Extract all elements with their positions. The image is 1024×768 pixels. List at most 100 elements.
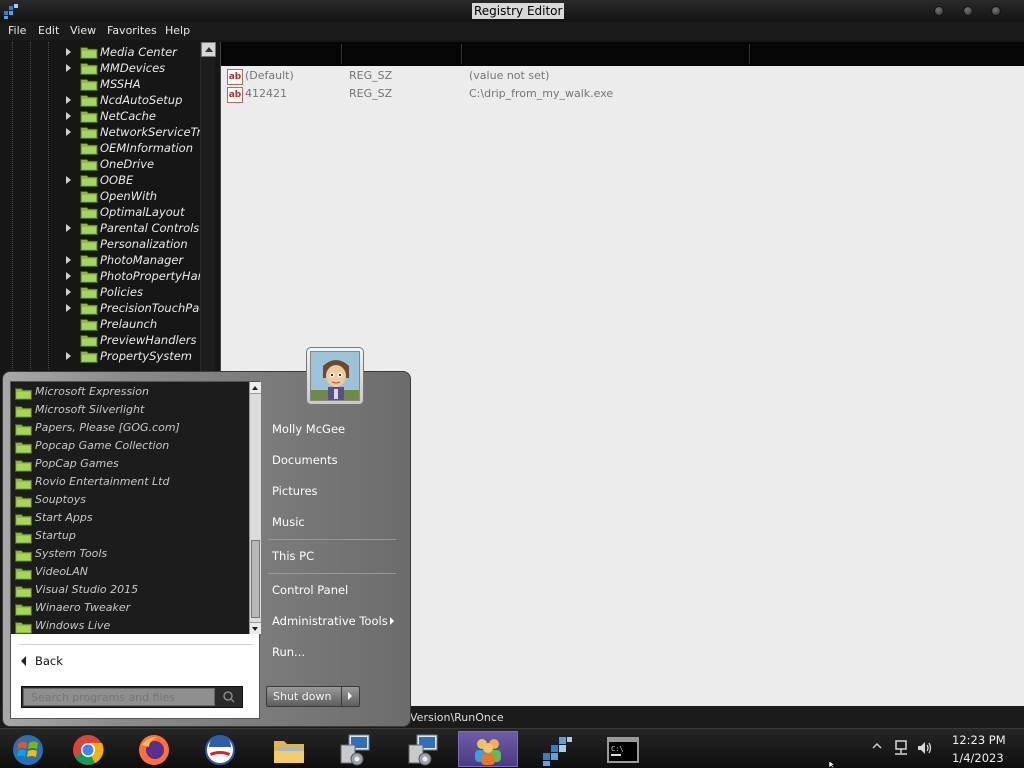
tree-item[interactable]: Personalization [66, 236, 216, 252]
expand-arrow-icon[interactable] [66, 176, 71, 184]
tree-item[interactable]: PropertySystem [66, 348, 216, 364]
tree-item[interactable]: Policies [66, 284, 216, 300]
expand-arrow-icon[interactable] [66, 128, 71, 136]
program-folder-item[interactable]: VideoLAN [13, 564, 247, 582]
registry-editor-taskbar-button[interactable] [526, 731, 586, 767]
tree-item[interactable]: Prelaunch [66, 316, 216, 332]
show-hidden-icons-icon[interactable] [872, 741, 882, 751]
programs-scrollbar[interactable] [249, 382, 261, 634]
start-user-name[interactable]: Molly McGee [272, 422, 345, 436]
programs-scroll-up-button[interactable] [250, 382, 261, 394]
folder-icon [80, 207, 98, 219]
expand-arrow-icon[interactable] [66, 112, 71, 120]
programs-scroll-thumb[interactable] [251, 540, 260, 618]
tree-item[interactable]: Parental Controls [66, 220, 216, 236]
menu-file[interactable]: File [8, 24, 26, 38]
tree-item[interactable]: OneDrive [66, 156, 216, 172]
values-list-header[interactable] [221, 42, 1024, 66]
start-item-this-pc[interactable]: This PC [272, 549, 314, 563]
column-separator[interactable] [749, 44, 750, 64]
expand-arrow-icon[interactable] [66, 304, 71, 312]
tree-scroll-up-button[interactable] [201, 42, 216, 57]
value-row[interactable]: ab (Default) REG_SZ (value not set) [221, 68, 1024, 86]
clock-date[interactable]: 1/4/2023 [952, 751, 1004, 765]
programs-scroll-down-button[interactable] [250, 622, 261, 634]
obama-taskbar-button[interactable] [190, 731, 250, 767]
network-2-taskbar-button[interactable] [392, 731, 452, 767]
tree-item[interactable]: PrecisionTouchPad [66, 300, 216, 316]
tree-item[interactable]: PhotoManager [66, 252, 216, 268]
expand-arrow-icon[interactable] [66, 96, 71, 104]
command-prompt-taskbar-button[interactable]: C:\ [592, 731, 652, 767]
user-avatar[interactable] [306, 347, 364, 405]
expand-arrow-icon[interactable] [66, 64, 71, 72]
menu-favorites[interactable]: Favorites [107, 24, 157, 38]
users-taskbar-button[interactable] [458, 731, 518, 767]
search-icon[interactable] [218, 689, 240, 705]
expand-arrow-icon[interactable] [66, 224, 71, 232]
expand-arrow-icon[interactable] [66, 256, 71, 264]
expand-arrow-icon[interactable] [66, 272, 71, 280]
minimize-button[interactable] [934, 6, 944, 16]
folder-icon [80, 111, 98, 123]
shutdown-options-button[interactable] [341, 687, 359, 706]
program-folder-item[interactable]: Start Apps [13, 510, 247, 528]
program-folder-item[interactable]: Souptoys [13, 492, 247, 510]
firefox-taskbar-button[interactable] [124, 731, 184, 767]
value-row[interactable]: ab 412421 REG_SZ C:\drip_from_my_walk.exe [221, 86, 1024, 104]
start-item-documents[interactable]: Documents [272, 453, 338, 467]
start-item-music[interactable]: Music [272, 515, 305, 529]
program-folder-item[interactable]: Visual Studio 2015 [13, 582, 247, 600]
tree-item[interactable]: OptimalLayout [66, 204, 216, 220]
program-folder-item[interactable]: Popcap Game Collection [13, 438, 247, 456]
start-item-control-panel[interactable]: Control Panel [272, 583, 348, 597]
tree-item[interactable]: OEMInformation [66, 140, 216, 156]
all-programs-list[interactable]: Microsoft Expression Microsoft Silverligh… [11, 382, 249, 634]
network-tray-icon[interactable] [892, 739, 910, 757]
file-explorer-taskbar-button[interactable] [258, 731, 318, 767]
program-folder-item[interactable]: Startup [13, 528, 247, 546]
registry-editor-icon[interactable] [3, 3, 19, 19]
tree-item[interactable]: OOBE [66, 172, 216, 188]
tree-item[interactable]: NcdAutoSetup [66, 92, 216, 108]
program-folder-item[interactable]: Microsoft Expression [13, 384, 247, 402]
tree-item[interactable]: PreviewHandlers [66, 332, 216, 348]
back-button[interactable]: Back [19, 652, 139, 672]
program-folder-item[interactable]: PopCap Games [13, 456, 247, 474]
start-orb-button[interactable] [0, 731, 60, 767]
chrome-taskbar-button[interactable] [58, 731, 118, 767]
close-button[interactable] [991, 6, 1001, 16]
tree-item[interactable]: NetCache [66, 108, 216, 124]
menu-view[interactable]: View [70, 24, 96, 38]
expand-arrow-icon[interactable] [66, 352, 71, 360]
column-separator[interactable] [461, 44, 462, 64]
program-folder-item[interactable]: Papers, Please [GOG.com] [13, 420, 247, 438]
menu-edit[interactable]: Edit [38, 24, 59, 38]
start-item-administrative-tools[interactable]: Administrative Tools [272, 614, 388, 628]
start-item-run[interactable]: Run... [272, 645, 305, 659]
tree-item[interactable]: PhotoPropertyHand [66, 268, 216, 284]
program-folder-item[interactable]: Winaero Tweaker [13, 600, 247, 618]
expand-arrow-icon[interactable] [66, 48, 71, 56]
tree-scrollbar[interactable] [200, 42, 216, 372]
program-folder-item[interactable]: Rovio Entertainment Ltd [13, 474, 247, 492]
clock-time[interactable]: 12:23 PM [952, 733, 1006, 747]
tree-item[interactable]: OpenWith [66, 188, 216, 204]
search-box[interactable] [21, 686, 243, 708]
shutdown-button[interactable]: Shut down [266, 686, 360, 707]
column-separator[interactable] [341, 44, 342, 64]
menu-help[interactable]: Help [165, 24, 190, 38]
volume-tray-icon[interactable] [916, 739, 934, 757]
program-folder-item[interactable]: Windows Live [13, 618, 247, 634]
tree-item[interactable]: MMDevices [66, 60, 216, 76]
tree-item[interactable]: MSSHA [66, 76, 216, 92]
tree-item[interactable]: Media Center [66, 44, 216, 60]
expand-arrow-icon[interactable] [66, 288, 71, 296]
start-item-pictures[interactable]: Pictures [272, 484, 318, 498]
network-taskbar-button[interactable] [324, 731, 384, 767]
tree-item[interactable]: NetworkServiceTrig [66, 124, 216, 140]
program-folder-item[interactable]: System Tools [13, 546, 247, 564]
search-input[interactable] [23, 688, 215, 706]
maximize-button[interactable] [963, 6, 973, 16]
program-folder-item[interactable]: Microsoft Silverlight [13, 402, 247, 420]
